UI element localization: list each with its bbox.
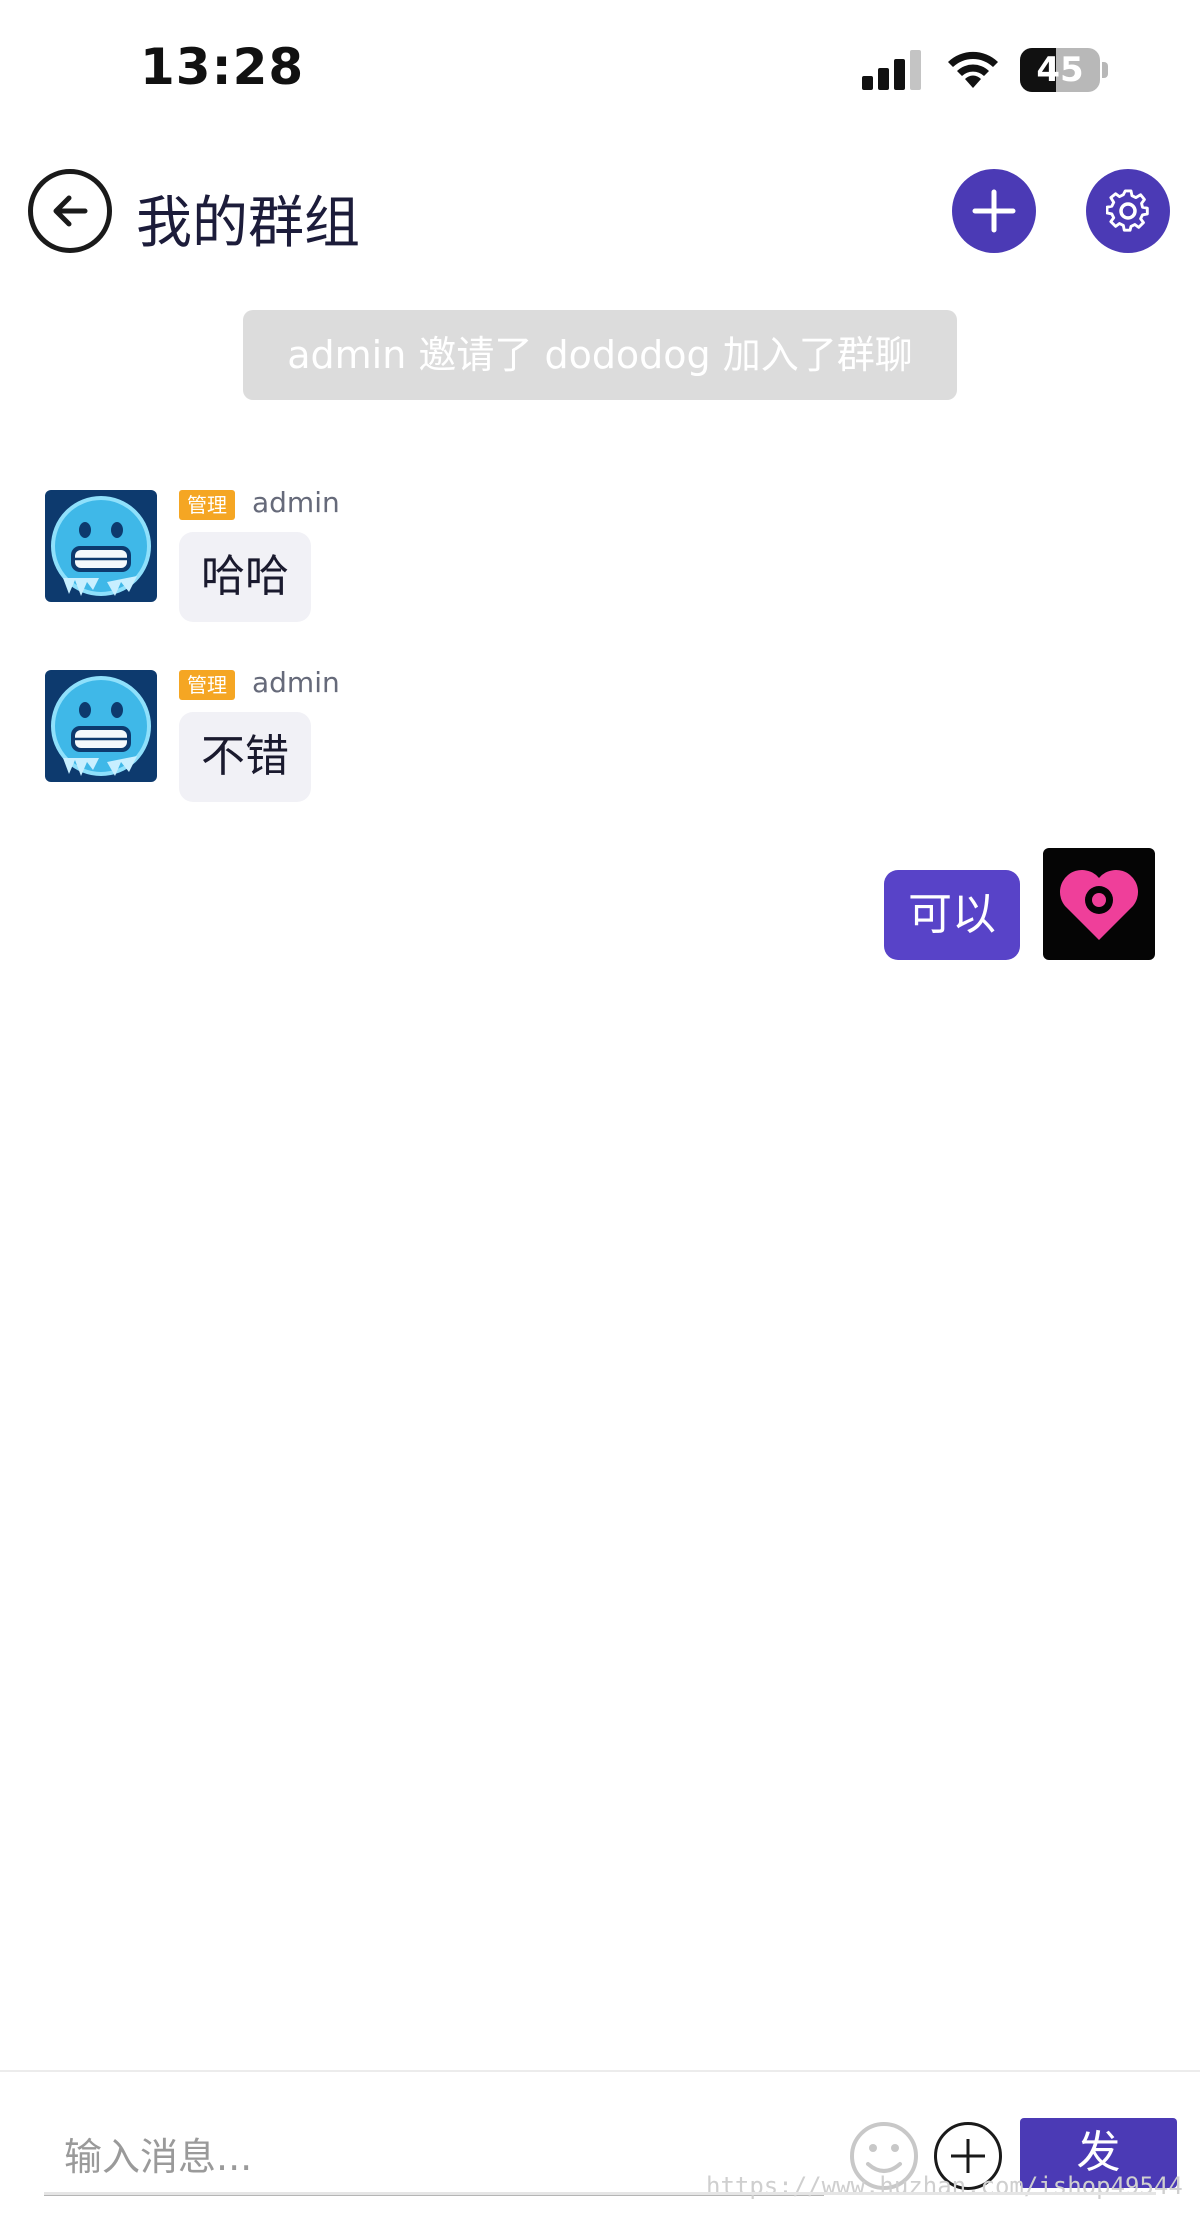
sender-name: admin xyxy=(252,486,340,519)
settings-button[interactable] xyxy=(1086,169,1170,253)
plus-icon xyxy=(972,189,1016,233)
home-indicator xyxy=(44,2192,1156,2195)
message-row: 管理 admin 不错 xyxy=(0,666,1200,808)
battery-level-text: 45 xyxy=(1036,50,1084,90)
arrow-left-icon xyxy=(53,195,88,227)
pink-heart-pin-avatar[interactable] xyxy=(1043,848,1155,960)
plus-circle-icon xyxy=(951,2139,985,2173)
freezing-face-icon xyxy=(45,670,157,782)
chat-screen: 13:28 45 我的群组 admin 邀请了 dododog 加入了群聊 管理… xyxy=(0,0,1200,2226)
input-bar: 发 https://www.huzhan.com/ishop49544 xyxy=(0,2070,1200,2226)
admin-badge: 管理 xyxy=(179,670,235,700)
message-row: 管理 admin 哈哈 xyxy=(0,486,1200,628)
header: 我的群组 xyxy=(0,160,1200,270)
admin-badge: 管理 xyxy=(179,490,235,520)
gear-icon xyxy=(1106,189,1149,232)
battery-tip xyxy=(1102,62,1108,78)
freezing-face-avatar[interactable] xyxy=(45,670,157,782)
status-time: 13:28 xyxy=(140,38,305,96)
incoming-message-bubble[interactable]: 不错 xyxy=(179,712,311,802)
signal-icon xyxy=(862,50,921,90)
freezing-face-icon xyxy=(45,490,157,602)
watermark: https://www.huzhan.com/ishop49544 xyxy=(706,2172,1183,2200)
back-button[interactable] xyxy=(28,169,112,253)
wifi-icon xyxy=(948,51,998,88)
battery-icon: 45 xyxy=(1020,48,1110,92)
status-bar: 13:28 45 xyxy=(0,0,1200,130)
battery-body: 45 xyxy=(1020,48,1100,92)
freezing-face-avatar[interactable] xyxy=(45,490,157,602)
message-row: 可以 xyxy=(0,848,1200,968)
incoming-message-bubble[interactable]: 哈哈 xyxy=(179,532,311,622)
heart-pin-icon xyxy=(1043,848,1155,960)
outgoing-message-bubble[interactable]: 可以 xyxy=(884,870,1020,960)
page-title: 我的群组 xyxy=(136,191,360,256)
sender-name: admin xyxy=(252,666,340,699)
add-member-button[interactable] xyxy=(952,169,1036,253)
system-message: admin 邀请了 dododog 加入了群聊 xyxy=(243,310,957,400)
